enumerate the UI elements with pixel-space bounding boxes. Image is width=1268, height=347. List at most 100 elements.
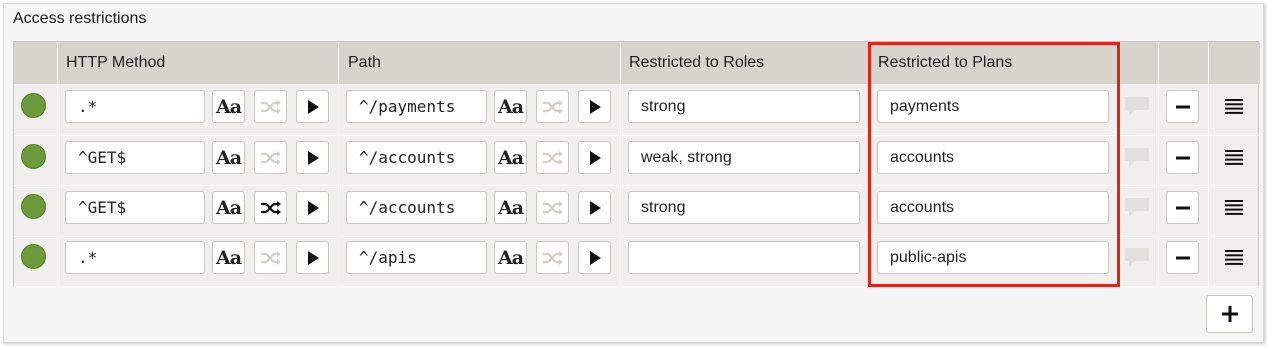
roles-field[interactable]: strong [628,191,860,224]
column-divider [620,42,621,288]
play-icon [307,200,319,215]
http-method-field[interactable]: .* [65,90,205,123]
minus-icon [1175,256,1190,259]
case-sensitive-button[interactable]: Aa [494,191,527,224]
http-method-field[interactable]: ^GET$ [65,191,205,224]
row-divider [14,185,1260,186]
regex-toggle-button[interactable] [536,90,569,123]
roles-field[interactable]: strong [628,90,860,123]
header-plans: Restricted to Plans [869,42,1118,84]
roles-field[interactable] [628,241,860,274]
status-dot-icon[interactable] [21,194,46,219]
test-method-button[interactable] [296,141,329,174]
plans-field[interactable]: accounts [877,191,1109,224]
case-sensitive-button[interactable]: Aa [212,241,245,274]
comment-icon[interactable] [1123,95,1151,119]
http-method-field[interactable]: ^GET$ [65,141,205,174]
path-field[interactable]: ^/accounts [346,141,487,174]
remove-row-button[interactable] [1166,141,1199,174]
column-divider [1158,42,1159,288]
header-roles: Restricted to Roles [621,42,868,84]
minus-icon [1175,105,1190,108]
case-sensitive-button[interactable]: Aa [494,241,527,274]
play-icon [589,99,601,114]
play-icon [589,200,601,215]
column-divider [338,42,339,288]
drag-handle-icon[interactable] [1225,149,1243,165]
path-field[interactable]: ^/apis [346,241,487,274]
row-divider [14,236,1260,237]
plans-field[interactable]: accounts [877,141,1109,174]
remove-row-button[interactable] [1166,90,1199,123]
header-http-method: HTTP Method [58,42,338,84]
shuffle-icon [260,250,281,265]
shuffle-icon [260,150,281,165]
case-sensitive-button[interactable]: Aa [212,191,245,224]
plus-icon [1221,306,1238,322]
drag-handle-icon[interactable] [1225,249,1243,265]
header-status [14,42,57,84]
case-sensitive-icon: Aa [215,196,242,219]
shuffle-icon [260,99,281,114]
case-sensitive-icon: Aa [497,246,524,269]
case-sensitive-button[interactable]: Aa [212,90,245,123]
drag-handle-icon[interactable] [1225,199,1243,215]
panel-title: Access restrictions [13,10,147,27]
path-field[interactable]: ^/accounts [346,191,487,224]
case-sensitive-icon: Aa [497,196,524,219]
play-icon [307,250,319,265]
test-method-button[interactable] [296,90,329,123]
access-restrictions-panel: Access restrictions HTTP Method Path Res… [3,3,1264,343]
comment-icon[interactable] [1123,196,1151,220]
row-divider [14,135,1260,136]
case-sensitive-icon: Aa [497,95,524,118]
comment-icon[interactable] [1123,146,1151,170]
status-dot-icon[interactable] [21,93,46,118]
play-icon [589,250,601,265]
case-sensitive-icon: Aa [215,246,242,269]
test-path-button[interactable] [578,141,611,174]
regex-toggle-button[interactable] [536,241,569,274]
column-divider [1208,42,1209,288]
case-sensitive-button[interactable]: Aa [494,90,527,123]
plans-field[interactable]: public-apis [877,241,1109,274]
play-icon [589,150,601,165]
remove-row-button[interactable] [1166,191,1199,224]
column-divider [57,42,58,288]
status-dot-icon[interactable] [21,244,46,269]
minus-icon [1175,206,1190,209]
regex-toggle-button[interactable] [254,90,287,123]
regex-toggle-button[interactable] [536,141,569,174]
shuffle-icon [542,250,563,265]
roles-field[interactable]: weak, strong [628,141,860,174]
play-icon [307,150,319,165]
header-remove [1159,42,1208,84]
regex-toggle-button[interactable] [254,141,287,174]
regex-toggle-button[interactable] [254,191,287,224]
test-path-button[interactable] [578,241,611,274]
regex-toggle-button[interactable] [254,241,287,274]
column-divider [868,42,869,288]
column-divider [1118,42,1119,288]
comment-icon[interactable] [1123,246,1151,270]
test-path-button[interactable] [578,90,611,123]
header-drag [1209,42,1260,84]
header-path: Path [339,42,620,84]
http-method-field[interactable]: .* [65,241,205,274]
play-icon [307,99,319,114]
test-method-button[interactable] [296,191,329,224]
status-dot-icon[interactable] [21,144,46,169]
shuffle-icon [542,200,563,215]
regex-toggle-button[interactable] [536,191,569,224]
drag-handle-icon[interactable] [1225,98,1243,114]
test-method-button[interactable] [296,241,329,274]
case-sensitive-button[interactable]: Aa [494,141,527,174]
case-sensitive-button[interactable]: Aa [212,141,245,174]
case-sensitive-icon: Aa [497,146,524,169]
test-path-button[interactable] [578,191,611,224]
plans-field[interactable]: payments [877,90,1109,123]
add-row-button[interactable] [1206,295,1253,333]
case-sensitive-icon: Aa [215,146,242,169]
remove-row-button[interactable] [1166,241,1199,274]
path-field[interactable]: ^/payments [346,90,487,123]
